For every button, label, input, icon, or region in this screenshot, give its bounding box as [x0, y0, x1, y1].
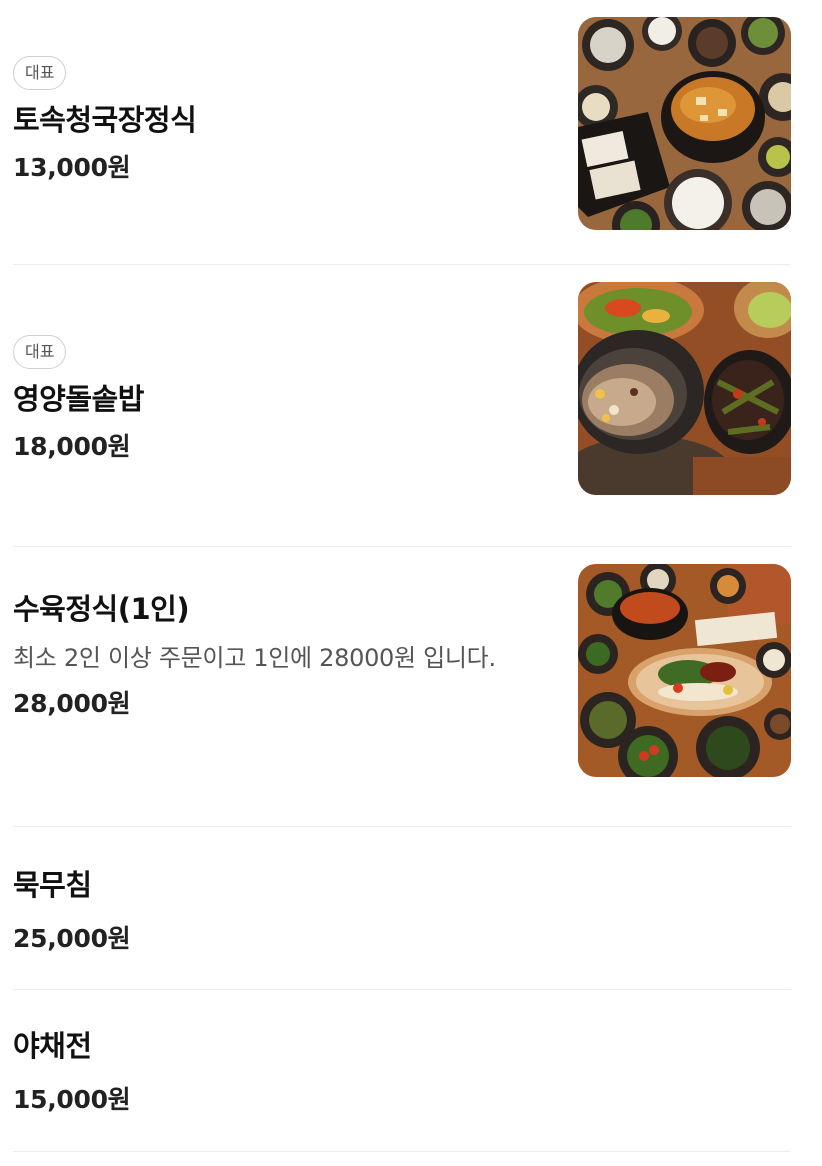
menu-item-stone-pot-rice[interactable]: 대표 영양돌솥밥 18,000원: [13, 265, 791, 547]
menu-item-price: 13,000원: [13, 153, 131, 182]
menu-item-price: 15,000원: [13, 1085, 131, 1114]
menu-list: 대표 토속청국장정식 13,000원 대표 영양돌솥밥 18,000원 수육정식…: [0, 0, 822, 1152]
menu-item-text: 대표 토속청국장정식 13,000원: [13, 56, 553, 186]
menu-item-price: 18,000원: [13, 432, 131, 461]
signature-badge: 대표: [13, 335, 67, 369]
menu-item-cheonggukjang-set[interactable]: 대표 토속청국장정식 13,000원: [13, 0, 791, 265]
menu-item-vegetable-pancake[interactable]: 야채전 15,000원: [13, 990, 791, 1152]
menu-item-price: 25,000원: [13, 924, 131, 953]
suyuk-set-photo: [578, 564, 791, 777]
menu-item-text: 야채전 15,000원: [13, 1026, 553, 1118]
menu-item-text: 대표 영양돌솥밥 18,000원: [13, 335, 553, 465]
menu-item-photo[interactable]: [578, 17, 791, 230]
signature-badge: 대표: [13, 56, 67, 90]
menu-item-name: 야채전: [13, 1029, 92, 1063]
stone-pot-rice-photo: [578, 282, 791, 495]
menu-item-name: 토속청국장정식: [13, 103, 197, 137]
menu-item-name: 묵무침: [13, 868, 92, 902]
menu-item-text: 수육정식(1인) 최소 2인 이상 주문이고 1인에 28000원 입니다. 2…: [13, 589, 553, 722]
menu-item-name: 수육정식(1인): [13, 592, 190, 626]
menu-item-name: 영양돌솥밥: [13, 382, 144, 416]
menu-item-text: 묵무침 25,000원: [13, 865, 553, 957]
stew-set-photo: [578, 17, 791, 230]
menu-item-photo[interactable]: [578, 564, 791, 777]
menu-item-photo[interactable]: [578, 282, 791, 495]
menu-item-price: 28,000원: [13, 689, 131, 718]
menu-item-muk-muchim[interactable]: 묵무침 25,000원: [13, 827, 791, 990]
menu-item-suyuk-set[interactable]: 수육정식(1인) 최소 2인 이상 주문이고 1인에 28000원 입니다. 2…: [13, 547, 791, 827]
menu-item-description: 최소 2인 이상 주문이고 1인에 28000원 입니다.: [13, 644, 496, 672]
